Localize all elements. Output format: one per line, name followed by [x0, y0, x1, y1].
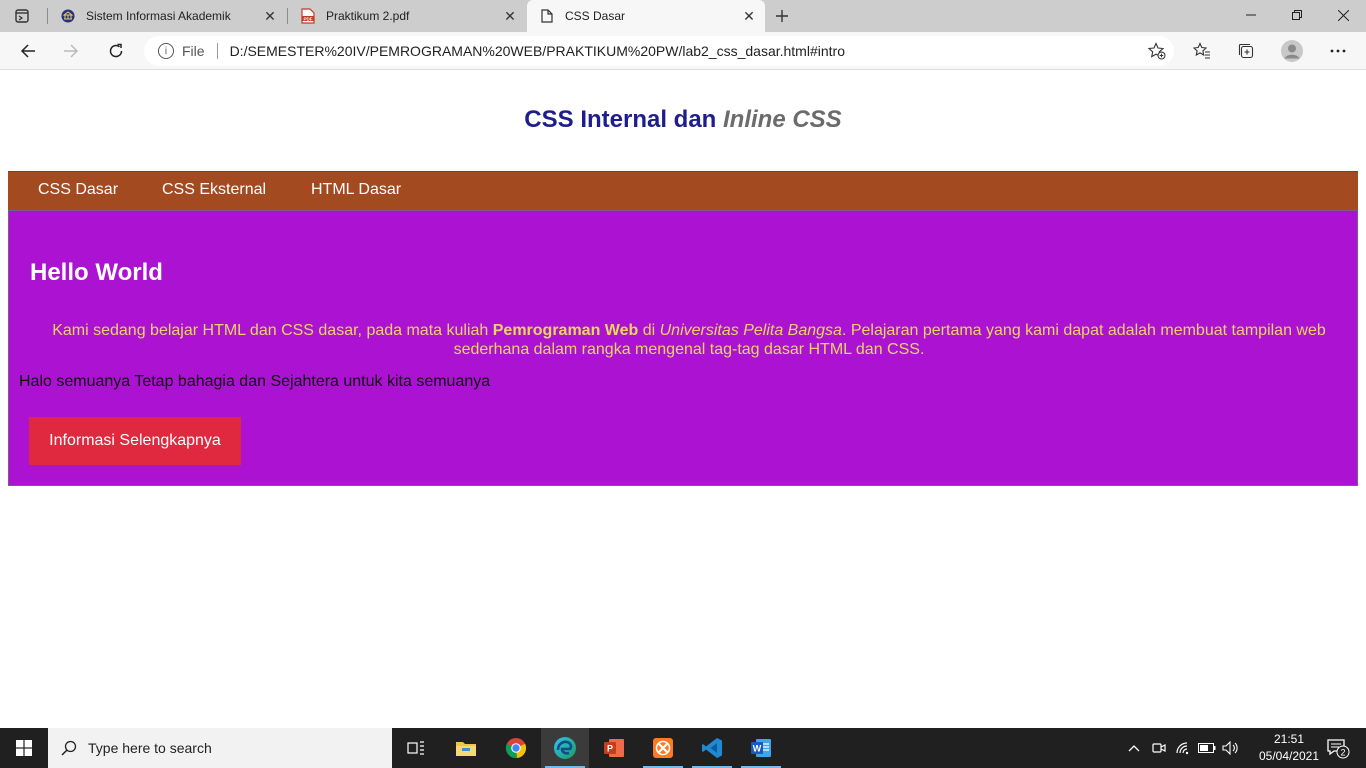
new-tab-button[interactable] — [770, 4, 794, 28]
meet-now-icon[interactable] — [1148, 728, 1170, 768]
university-icon — [60, 8, 76, 24]
close-icon[interactable]: ✕ — [498, 4, 522, 28]
intro-heading: Hello World — [30, 259, 163, 286]
favorites-icon[interactable] — [1187, 36, 1217, 66]
close-icon[interactable]: ✕ — [258, 4, 282, 28]
info-icon[interactable]: i — [158, 43, 174, 59]
tab-praktikum-pdf[interactable]: PDF Praktikum 2.pdf ✕ — [288, 0, 526, 32]
tab-actions-icon[interactable] — [8, 6, 36, 26]
notification-count: 2 — [1340, 748, 1345, 758]
browser-toolbar: i File D:/SEMESTER%20IV/PEMROGRAMAN%20WE… — [0, 32, 1366, 70]
vscode-icon[interactable] — [688, 728, 736, 768]
intro-plain-paragraph: Halo semuanya Tetap bahagia dan Sejahter… — [19, 373, 491, 390]
task-view-icon[interactable] — [392, 728, 440, 768]
tab-css-dasar[interactable]: CSS Dasar ✕ — [527, 0, 765, 32]
taskbar-search-box[interactable]: Type here to search — [48, 728, 392, 768]
restore-button[interactable] — [1274, 0, 1320, 30]
word-icon[interactable]: W — [737, 728, 785, 768]
close-icon[interactable]: ✕ — [737, 4, 761, 28]
forward-button[interactable] — [56, 36, 86, 66]
refresh-button[interactable] — [101, 36, 131, 66]
page-title-emphasis: Inline CSS — [723, 106, 842, 133]
volume-icon[interactable] — [1220, 728, 1242, 768]
powerpoint-icon[interactable]: P — [590, 728, 638, 768]
taskbar-clock[interactable]: 21:51 05/04/2021 — [1258, 731, 1320, 765]
add-favorite-icon[interactable] — [1142, 36, 1172, 66]
notification-center-icon[interactable]: 2 — [1318, 728, 1358, 768]
collections-icon[interactable] — [1231, 36, 1261, 66]
clock-date: 05/04/2021 — [1258, 749, 1320, 763]
close-window-button[interactable] — [1320, 0, 1366, 30]
nav-link-css-dasar[interactable]: CSS Dasar — [38, 181, 118, 199]
back-button[interactable] — [13, 36, 43, 66]
lead-text-1: Kami sedang belajar HTML dan CSS dasar, … — [52, 322, 493, 339]
chrome-icon[interactable] — [492, 728, 540, 768]
tab-title: Praktikum 2.pdf — [326, 9, 410, 23]
pdf-icon: PDF — [300, 8, 316, 24]
nav-link-css-eksternal[interactable]: CSS Eksternal — [162, 181, 266, 199]
svg-text:P: P — [607, 744, 613, 754]
address-bar[interactable]: i File D:/SEMESTER%20IV/PEMROGRAMAN%20WE… — [144, 36, 1174, 66]
tab-bar: Sistem Informasi Akademik ✕ PDF Praktiku… — [0, 0, 1366, 32]
battery-icon[interactable] — [1196, 728, 1218, 768]
wifi-icon[interactable] — [1172, 728, 1194, 768]
xampp-icon[interactable] — [639, 728, 687, 768]
page-title-main: CSS Internal dan — [524, 106, 723, 133]
search-placeholder: Type here to search — [88, 740, 212, 756]
page-viewport: CSS Internal dan Inline CSS CSS Dasar CS… — [0, 70, 1366, 728]
file-explorer-icon[interactable] — [442, 728, 490, 768]
edge-icon[interactable] — [541, 728, 589, 768]
scheme-label: File — [182, 43, 205, 59]
lead-bold-text: Pemrograman Web — [492, 322, 639, 339]
page-icon — [539, 8, 555, 24]
address-separator — [216, 43, 218, 59]
nav-link-html-dasar[interactable]: HTML Dasar — [311, 181, 401, 199]
taskbar: Type here to search P W 21:51 05/04/2021… — [0, 728, 1366, 768]
intro-section: Hello World Kami sedang belajar HTML dan… — [8, 210, 1358, 486]
more-info-button[interactable]: Informasi Selengkapnya — [29, 417, 241, 465]
tab-sistem-informasi[interactable]: Sistem Informasi Akademik ✕ — [48, 0, 286, 32]
windows-start-icon[interactable] — [0, 728, 48, 768]
page-title: CSS Internal dan Inline CSS — [0, 106, 1366, 134]
svg-text:PDF: PDF — [304, 16, 313, 21]
main-navigation: CSS Dasar CSS Eksternal HTML Dasar — [8, 171, 1358, 211]
lead-italic-text: Universitas Pelita Bangsa — [659, 322, 842, 339]
more-options-icon[interactable] — [1323, 36, 1353, 66]
minimize-button[interactable] — [1228, 0, 1274, 30]
lead-text-2: di — [638, 322, 660, 339]
clock-time: 21:51 — [1273, 732, 1305, 746]
url-text[interactable]: D:/SEMESTER%20IV/PEMROGRAMAN%20WEB/PRAKT… — [230, 43, 1142, 59]
profile-avatar[interactable] — [1277, 36, 1307, 66]
svg-text:W: W — [753, 744, 762, 754]
show-hidden-icons-chevron-icon[interactable] — [1124, 728, 1144, 768]
intro-lead-paragraph: Kami sedang belajar HTML dan CSS dasar, … — [39, 321, 1339, 359]
search-icon — [60, 739, 78, 757]
tab-title: Sistem Informasi Akademik — [86, 9, 231, 23]
tab-title: CSS Dasar — [565, 9, 626, 23]
